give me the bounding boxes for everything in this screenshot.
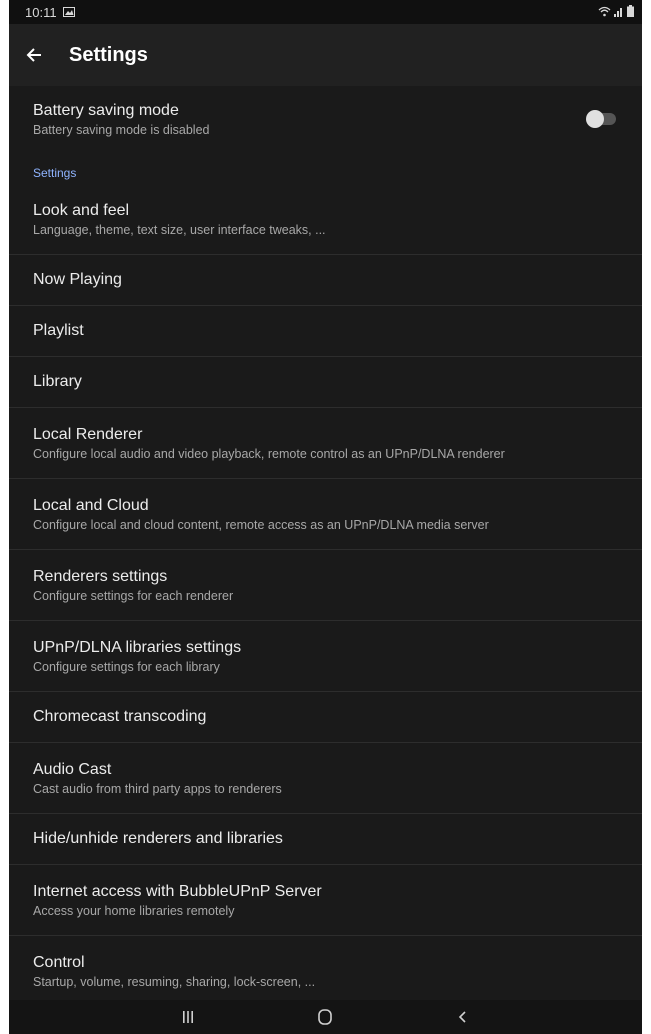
status-left: 10:11 [25,5,75,20]
item-title: Local and Cloud [33,496,149,514]
settings-item-local-and-cloud[interactable]: Local and Cloud Configure local and clou… [9,479,642,550]
section-header: Settings [33,166,77,180]
item-title: Library [33,373,82,390]
battery-saving-text: Battery saving mode Battery saving mode … [33,102,209,137]
settings-item-internet-access[interactable]: Internet access with BubbleUPnP Server A… [9,865,642,936]
item-subtitle: Cast audio from third party apps to rend… [33,781,282,796]
battery-saving-toggle[interactable] [586,109,618,129]
toggle-thumb [586,110,604,128]
settings-item-control[interactable]: Control Startup, volume, resuming, shari… [9,936,642,1007]
settings-item-audio-cast[interactable]: Audio Cast Cast audio from third party a… [9,743,642,814]
settings-list: Look and feel Language, theme, text size… [9,184,642,1007]
settings-item-hide-unhide[interactable]: Hide/unhide renderers and libraries [9,814,642,865]
item-title: Hide/unhide renderers and libraries [33,830,283,847]
navigation-bar [9,1000,642,1034]
item-title: Now Playing [33,271,122,288]
settings-item-libraries-settings[interactable]: UPnP/DLNA libraries settings Configure s… [9,621,642,692]
app-bar: Settings [9,24,642,86]
status-right [598,4,634,20]
item-subtitle: Configure settings for each library [33,659,220,674]
signal-icon [614,5,624,20]
item-title: Local Renderer [33,425,143,443]
item-title: Internet access with BubbleUPnP Server [33,882,322,900]
item-subtitle: Configure local and cloud content, remot… [33,517,489,532]
app-screen: 10:11 Settings Battery saving mode Batte… [9,0,642,1034]
item-subtitle: Language, theme, text size, user interfa… [33,222,326,237]
item-title: Playlist [33,322,84,339]
chevron-left-icon[interactable] [443,1002,483,1032]
settings-item-now-playing[interactable]: Now Playing [9,255,642,306]
status-time: 10:11 [25,4,57,20]
settings-item-local-renderer[interactable]: Local Renderer Configure local audio and… [9,408,642,479]
home-icon[interactable] [305,1002,345,1032]
battery-saving-subtitle: Battery saving mode is disabled [33,122,210,137]
settings-item-library[interactable]: Library [9,357,642,408]
item-subtitle: Startup, volume, resuming, sharing, lock… [33,975,316,989]
arrow-left-icon[interactable] [25,46,69,64]
page-title: Settings [69,43,148,66]
settings-item-renderers-settings[interactable]: Renderers settings Configure settings fo… [9,550,642,621]
settings-item-playlist[interactable]: Playlist [9,306,642,357]
item-title: UPnP/DLNA libraries settings [33,638,242,656]
battery-icon [627,4,634,20]
recents-icon[interactable] [168,1002,208,1032]
item-subtitle: Configure local audio and video playback… [33,446,505,461]
status-bar: 10:11 [9,0,642,24]
battery-saving-row[interactable]: Battery saving mode Battery saving mode … [9,86,642,152]
item-title: Chromecast transcoding [33,708,207,725]
item-subtitle: Configure settings for each renderer [33,588,234,603]
settings-item-chromecast-transcoding[interactable]: Chromecast transcoding [9,692,642,743]
settings-item-look-and-feel[interactable]: Look and feel Language, theme, text size… [9,184,642,255]
item-title: Renderers settings [33,567,168,585]
item-title: Look and feel [33,201,130,219]
image-icon [62,5,75,20]
item-subtitle: Access your home libraries remotely [33,903,235,918]
wifi-icon [598,5,611,20]
battery-saving-title: Battery saving mode [33,101,179,119]
item-title: Control [33,954,85,971]
item-title: Audio Cast [33,760,112,778]
